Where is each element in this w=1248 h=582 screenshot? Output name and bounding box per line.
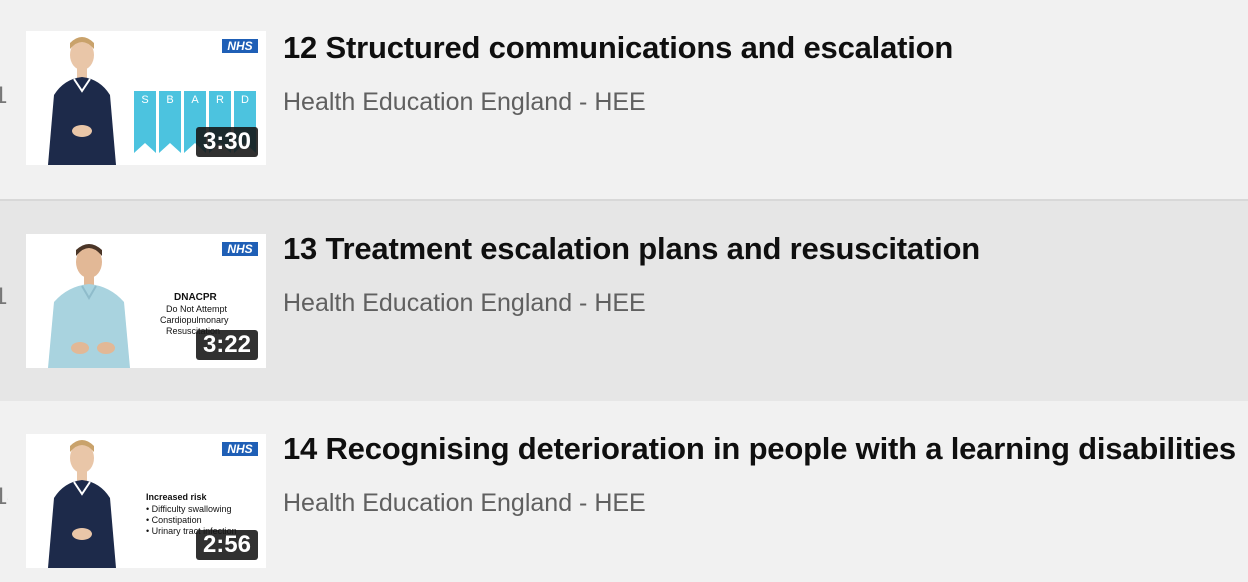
item-index: 14	[0, 483, 8, 510]
playlist-item-13[interactable]: 13 DNACPR Do Not Attempt Cardiopulmonary…	[0, 199, 1248, 401]
channel-name[interactable]: Health Education England - HEE	[283, 289, 646, 318]
sbard-letter: A	[191, 94, 199, 106]
slide-line: Cardiopulmonary	[160, 315, 229, 325]
channel-name[interactable]: Health Education England - HEE	[283, 88, 646, 117]
duration-badge: 3:30	[195, 127, 258, 157]
presenter-image	[34, 436, 124, 568]
nhs-logo: NHS	[222, 242, 258, 256]
video-title[interactable]: 12 Structured communications and escalat…	[283, 30, 953, 66]
video-thumbnail[interactable]: Increased risk • Difficulty swallowing •…	[26, 434, 266, 568]
item-index: 13	[0, 283, 8, 310]
nhs-logo: NHS	[222, 442, 258, 456]
presenter-image	[44, 236, 134, 368]
duration-badge: 2:56	[195, 530, 258, 560]
slide-line: • Difficulty swallowing	[146, 504, 232, 514]
video-thumbnail[interactable]: DNACPR Do Not Attempt Cardiopulmonary Re…	[26, 234, 266, 368]
video-title[interactable]: 13 Treatment escalation plans and resusc…	[283, 231, 980, 267]
slide-heading: DNACPR	[174, 292, 217, 303]
channel-name[interactable]: Health Education England - HEE	[283, 489, 646, 518]
sbard-letter: S	[141, 94, 148, 106]
slide-line: Do Not Attempt	[166, 304, 228, 314]
video-title[interactable]: 14 Recognising deterioration in people w…	[283, 431, 1236, 467]
sbard-letter: R	[216, 94, 224, 106]
slide-heading: Increased risk	[146, 492, 207, 502]
playlist-item-14[interactable]: 14 Increased risk • Difficulty swallowin…	[0, 401, 1248, 582]
item-index: 12	[0, 82, 8, 109]
video-thumbnail[interactable]: S B A R D NHS 3:30	[26, 31, 266, 165]
duration-badge: 3:22	[195, 330, 258, 360]
nhs-logo: NHS	[222, 39, 258, 53]
sbard-letter: D	[241, 94, 249, 106]
slide-line: • Constipation	[146, 515, 202, 525]
playlist-item-12[interactable]: 12 S B A R D	[0, 0, 1248, 202]
sbard-letter: B	[166, 94, 173, 106]
presenter-image	[34, 33, 124, 165]
